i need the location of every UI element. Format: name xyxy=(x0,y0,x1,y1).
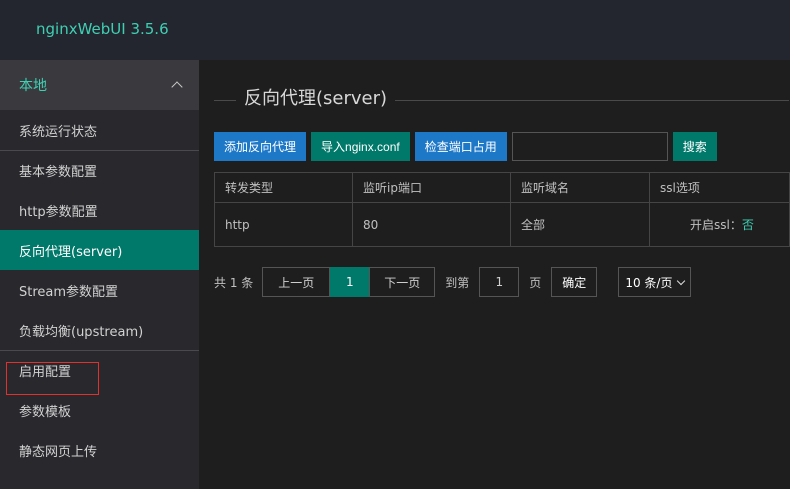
goto-confirm-button[interactable]: 确定 xyxy=(551,267,598,297)
goto-label: 到第 xyxy=(445,275,470,290)
column-header-port: 监听ip端口 xyxy=(352,172,511,203)
pagination-total: 共 1 条 xyxy=(214,275,254,290)
ssl-label: 开启ssl： xyxy=(690,218,742,232)
pagination: 共 1 条 上一页 1 下一页 到第 1 页 确定 10 条/页 xyxy=(214,267,692,297)
column-header-type: 转发类型 xyxy=(214,172,353,203)
sidebar-item-basic-params[interactable]: 基本参数配置 xyxy=(0,150,199,190)
search-button[interactable]: 搜索 xyxy=(672,131,717,161)
import-nginx-conf-button[interactable]: 导入nginx.conf xyxy=(311,131,410,161)
page-title-area: 反向代理(server) xyxy=(214,88,790,112)
sidebar-item-enable-config[interactable]: 启用配置 xyxy=(0,350,199,390)
page-unit-label: 页 xyxy=(529,275,542,290)
sidebar-item-param-template[interactable]: 参数模板 xyxy=(0,390,199,430)
sidebar-item-upstream[interactable]: 负载均衡(upstream) xyxy=(0,310,199,350)
column-header-ssl: ssl选项 xyxy=(649,172,790,203)
cell-domain: 全部 xyxy=(510,202,650,247)
check-port-button[interactable]: 检查端口占用 xyxy=(414,131,507,161)
sidebar-group-local[interactable]: 本地 xyxy=(0,60,199,110)
add-proxy-button[interactable]: 添加反向代理 xyxy=(214,131,307,161)
sidebar-item-static-upload[interactable]: 静态网页上传 xyxy=(0,430,199,470)
sidebar: 本地 系统运行状态 基本参数配置 http参数配置 反向代理(server) S… xyxy=(0,60,199,489)
sidebar-item-http-params[interactable]: http参数配置 xyxy=(0,190,199,230)
chevron-up-icon xyxy=(171,81,183,93)
chevron-down-icon xyxy=(677,276,686,285)
goto-page-input[interactable]: 1 xyxy=(479,267,520,297)
proxy-table: 转发类型 监听ip端口 监听域名 ssl选项 http 80 全部 开启ssl：… xyxy=(214,172,790,247)
page-size-select[interactable]: 10 条/页 xyxy=(618,267,692,297)
column-header-domain: 监听域名 xyxy=(510,172,650,203)
top-bar: nginxWebUI 3.5.6 xyxy=(0,0,790,60)
sidebar-item-stream-params[interactable]: Stream参数配置 xyxy=(0,270,199,310)
sidebar-item-reverse-proxy[interactable]: 反向代理(server) xyxy=(0,230,199,270)
table-header-row: 转发类型 监听ip端口 监听域名 ssl选项 xyxy=(214,172,790,203)
prev-page-button[interactable]: 上一页 xyxy=(262,267,331,297)
cell-type: http xyxy=(214,202,353,247)
next-page-button[interactable]: 下一页 xyxy=(369,267,436,297)
table-row[interactable]: http 80 全部 开启ssl：否 xyxy=(214,202,790,247)
toolbar: 添加反向代理 导入nginx.conf 检查端口占用 搜索 xyxy=(214,131,722,161)
ssl-value: 否 xyxy=(741,218,754,232)
app-logo[interactable]: nginxWebUI 3.5.6 xyxy=(36,20,169,38)
cell-port: 80 xyxy=(352,202,511,247)
page-title: 反向代理(server) xyxy=(236,88,396,110)
sidebar-item-system-status[interactable]: 系统运行状态 xyxy=(0,110,199,150)
main-content: 反向代理(server) 添加反向代理 导入nginx.conf 检查端口占用 … xyxy=(199,60,790,489)
search-input[interactable] xyxy=(511,131,668,161)
sidebar-group-label: 本地 xyxy=(19,78,47,94)
cell-ssl: 开启ssl：否 xyxy=(649,202,790,247)
page-size-value: 10 条/页 xyxy=(625,275,673,290)
page-number-current[interactable]: 1 xyxy=(330,267,370,297)
